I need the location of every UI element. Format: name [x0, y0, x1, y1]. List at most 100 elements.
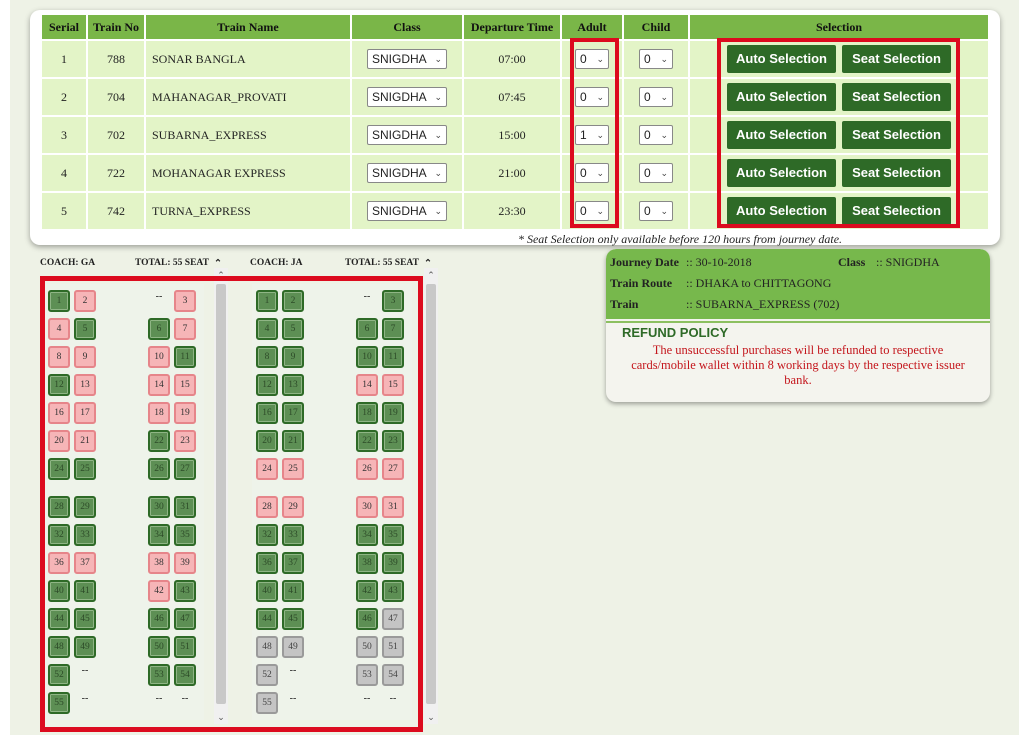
adult-select-value: 0 — [580, 90, 587, 104]
adult-cell: 0 ⌄ — [562, 39, 622, 77]
class-select[interactable]: SNIGDHA ⌄ — [367, 125, 447, 145]
train-no-cell: 704 — [88, 77, 144, 115]
table-row: 2 704 MAHANAGAR_PROVATI SNIGDHA ⌄ 07:45 0 ⌄ 0 ⌄ Au… — [42, 77, 988, 115]
serial-cell: 3 — [42, 115, 86, 153]
seat-selection-note: * Seat Selection only available before 1… — [517, 232, 843, 246]
class-label: Class — [838, 255, 866, 269]
adult-cell: 0 ⌄ — [562, 191, 622, 229]
child-select-value: 0 — [644, 166, 651, 180]
seat-selection-button[interactable]: Seat Selection — [842, 45, 951, 73]
class-value: :: SNIGDHA — [876, 255, 940, 269]
adult-cell: 1 ⌄ — [562, 115, 622, 153]
route-label: Train Route — [610, 276, 673, 290]
child-select[interactable]: 0 ⌄ — [639, 125, 673, 145]
seat-selection-button[interactable]: Seat Selection — [842, 197, 951, 225]
adult-select[interactable]: 0 ⌄ — [575, 201, 609, 221]
scroll-thumb[interactable] — [426, 284, 436, 704]
table-row: 3 702 SUBARNA_EXPRESS SNIGDHA ⌄ 15:00 1 ⌄ 0 ⌄ Auto… — [42, 115, 988, 153]
class-select-value: SNIGDHA — [372, 128, 427, 142]
seat-selection-button[interactable]: Seat Selection — [842, 121, 951, 149]
auto-selection-button[interactable]: Auto Selection — [727, 45, 836, 73]
class-cell: SNIGDHA ⌄ — [352, 191, 462, 229]
adult-select[interactable]: 1 ⌄ — [575, 125, 609, 145]
chevron-down-icon: ⌄ — [434, 205, 442, 216]
chevron-down-icon: ⌄ — [596, 129, 604, 140]
coach-ja-total: TOTAL: 55 SEAT — [345, 258, 419, 268]
chevron-down-icon: ⌄ — [434, 91, 442, 102]
child-select[interactable]: 0 ⌄ — [639, 87, 673, 107]
adult-select[interactable]: 0 ⌄ — [575, 163, 609, 183]
selection-cell: Auto Selection Seat Selection — [690, 115, 988, 153]
header-adult: Adult — [562, 15, 622, 39]
adult-select[interactable]: 0 ⌄ — [575, 49, 609, 69]
train-name-cell: MOHANAGAR EXPRESS — [146, 153, 350, 191]
class-select[interactable]: SNIGDHA ⌄ — [367, 201, 447, 221]
child-select-value: 0 — [644, 204, 651, 218]
adult-select[interactable]: 0 ⌄ — [575, 87, 609, 107]
class-select[interactable]: SNIGDHA ⌄ — [367, 87, 447, 107]
class-cell: SNIGDHA ⌄ — [352, 77, 462, 115]
seat-selection-button[interactable]: Seat Selection — [842, 159, 951, 187]
coach-ga-name: COACH: GA — [40, 258, 96, 268]
train-name-cell: SONAR BANGLA — [146, 39, 350, 77]
refund-policy-text: The unsuccessful purchases will be refun… — [631, 343, 965, 387]
auto-selection-button[interactable]: Auto Selection — [727, 197, 836, 225]
header-child: Child — [624, 15, 688, 39]
adult-cell: 0 ⌄ — [562, 153, 622, 191]
class-select-value: SNIGDHA — [372, 204, 427, 218]
header-departure: Departure Time — [464, 15, 560, 39]
header-serial: Serial — [42, 15, 86, 39]
coach-ja-scrollbar[interactable]: ⌃ ⌄ — [424, 268, 438, 724]
chevron-down-icon: ⌄ — [660, 91, 668, 102]
selection-cell: Auto Selection Seat Selection — [690, 153, 988, 191]
header-train-no: Train No — [88, 15, 144, 39]
departure-cell: 23:30 — [464, 191, 560, 229]
journey-date-value: :: 30-10-2018 — [686, 255, 752, 269]
child-cell: 0 ⌄ — [624, 39, 688, 77]
train-name-cell: SUBARNA_EXPRESS — [146, 115, 350, 153]
class-cell: SNIGDHA ⌄ — [352, 39, 462, 77]
table-row: 4 722 MOHANAGAR EXPRESS SNIGDHA ⌄ 21:00 0 ⌄ 0 ⌄ Au… — [42, 153, 988, 191]
chevron-down-icon: ⌄ — [596, 205, 604, 216]
train-table: Serial Train No Train Name Class Departu… — [40, 15, 990, 229]
child-select[interactable]: 0 ⌄ — [639, 163, 673, 183]
child-select[interactable]: 0 ⌄ — [639, 201, 673, 221]
class-select[interactable]: SNIGDHA ⌄ — [367, 163, 447, 183]
class-select[interactable]: SNIGDHA ⌄ — [367, 49, 447, 69]
route-value: :: DHAKA to CHITTAGONG — [686, 276, 832, 290]
class-select-value: SNIGDHA — [372, 166, 427, 180]
adult-select-value: 0 — [580, 204, 587, 218]
chevron-down-icon: ⌄ — [434, 129, 442, 140]
journey-date-label: Journey Date — [610, 255, 679, 269]
auto-selection-button[interactable]: Auto Selection — [727, 121, 836, 149]
train-no-cell: 722 — [88, 153, 144, 191]
class-cell: SNIGDHA ⌄ — [352, 115, 462, 153]
selection-cell: Auto Selection Seat Selection — [690, 191, 988, 229]
chevron-down-icon[interactable]: ⌄ — [424, 710, 438, 724]
train-value: :: SUBARNA_EXPRESS (702) — [686, 297, 840, 311]
child-select[interactable]: 0 ⌄ — [639, 49, 673, 69]
auto-selection-button[interactable]: Auto Selection — [727, 83, 836, 111]
coach-ga-total: TOTAL: 55 SEAT — [135, 258, 209, 268]
serial-cell: 4 — [42, 153, 86, 191]
header-class: Class — [352, 15, 462, 39]
chevron-down-icon: ⌄ — [660, 53, 668, 64]
serial-cell: 1 — [42, 39, 86, 77]
seat-selection-button[interactable]: Seat Selection — [842, 83, 951, 111]
class-cell: SNIGDHA ⌄ — [352, 153, 462, 191]
train-no-cell: 788 — [88, 39, 144, 77]
auto-selection-button[interactable]: Auto Selection — [727, 159, 836, 187]
chevron-down-icon: ⌄ — [660, 167, 668, 178]
coach-highlight-frame — [40, 276, 423, 732]
child-cell: 0 ⌄ — [624, 115, 688, 153]
train-label: Train — [610, 297, 639, 311]
chevron-down-icon: ⌄ — [434, 53, 442, 64]
train-no-cell: 742 — [88, 191, 144, 229]
adult-cell: 0 ⌄ — [562, 77, 622, 115]
chevron-down-icon: ⌄ — [660, 129, 668, 140]
chevron-up-icon[interactable]: ⌃ — [424, 268, 438, 282]
chevron-down-icon: ⌄ — [596, 91, 604, 102]
train-name-cell: MAHANAGAR_PROVATI — [146, 77, 350, 115]
child-cell: 0 ⌄ — [624, 77, 688, 115]
adult-select-value: 1 — [580, 128, 587, 142]
